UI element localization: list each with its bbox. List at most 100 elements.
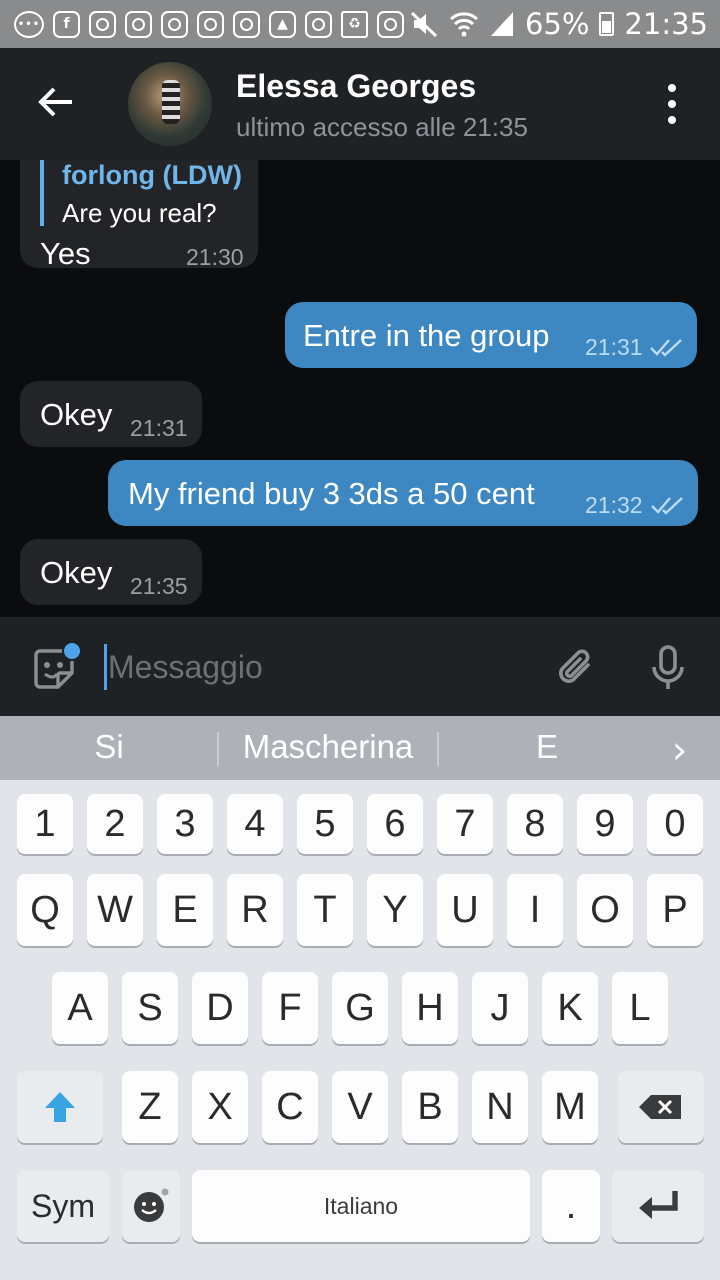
avatar[interactable]	[128, 62, 212, 146]
message-bubble-incoming[interactable]: Okey 21:31	[20, 381, 202, 447]
mute-icon	[410, 11, 437, 38]
facebook-icon: f	[53, 10, 80, 38]
text-cursor	[104, 644, 107, 690]
back-arrow-icon[interactable]	[34, 80, 78, 124]
key[interactable]: 4	[227, 794, 283, 854]
emoji-key[interactable]	[122, 1170, 180, 1242]
double-check-icon	[650, 339, 682, 357]
key[interactable]: T	[297, 874, 353, 946]
message-composer: Messaggio	[0, 617, 720, 716]
key[interactable]: M	[542, 1071, 598, 1143]
more-options-icon[interactable]	[660, 84, 684, 124]
suggestion-1[interactable]: Si	[0, 728, 218, 766]
key[interactable]: 9	[577, 794, 633, 854]
message-list: forlong (LDW) Are you real? Yes 21:30 En…	[0, 160, 720, 617]
key[interactable]: 7	[437, 794, 493, 854]
battery-icon	[599, 12, 615, 36]
key[interactable]: Z	[122, 1071, 178, 1143]
key[interactable]: S	[122, 972, 178, 1044]
backspace-icon	[639, 1095, 681, 1119]
key[interactable]: V	[332, 1071, 388, 1143]
key[interactable]: Q	[17, 874, 73, 946]
key[interactable]: 0	[647, 794, 703, 854]
key[interactable]: C	[262, 1071, 318, 1143]
contact-name[interactable]: Elessa Georges	[236, 68, 476, 105]
key[interactable]: 3	[157, 794, 213, 854]
key[interactable]: K	[542, 972, 598, 1044]
signal-icon	[490, 12, 513, 36]
shift-key[interactable]	[17, 1071, 103, 1143]
notification-dot	[62, 641, 82, 661]
instagram-icon	[305, 10, 332, 38]
message-bubble-outgoing[interactable]: My friend buy 3 3ds a 50 cent 21:32	[108, 460, 698, 526]
keyboard: 1 2 3 4 5 6 7 8 9 0 Q W E R T Y U I O P …	[0, 780, 720, 1280]
recycle-icon: ♻	[341, 10, 368, 38]
key[interactable]: 8	[507, 794, 563, 854]
key[interactable]: 2	[87, 794, 143, 854]
key[interactable]: H	[402, 972, 458, 1044]
app-screen: ••• f ▲ ♻ 65% 21:35 Elessa Georges ultim…	[0, 0, 720, 1280]
message-bubble-incoming[interactable]: forlong (LDW) Are you real? Yes 21:30	[20, 160, 258, 271]
instagram-icon	[233, 10, 260, 38]
message-text: Okey	[40, 555, 113, 590]
key[interactable]: D	[192, 972, 248, 1044]
clock: 21:35	[624, 7, 708, 41]
reply-author: forlong (LDW)	[62, 160, 242, 190]
microphone-icon[interactable]	[648, 643, 688, 693]
message-time: 21:35	[130, 573, 188, 599]
chat-header: Elessa Georges ultimo accesso alle 21:35	[0, 48, 720, 160]
period-key[interactable]: .	[542, 1170, 600, 1242]
key[interactable]: 5	[297, 794, 353, 854]
instagram-icon	[161, 10, 188, 38]
double-check-icon	[651, 497, 683, 515]
message-input[interactable]: Messaggio	[108, 649, 263, 686]
message-time: 21:32	[585, 492, 643, 518]
key[interactable]: E	[157, 874, 213, 946]
chevron-right-icon[interactable]: ›	[672, 728, 687, 772]
instagram-icon	[197, 10, 224, 38]
key[interactable]: N	[472, 1071, 528, 1143]
key[interactable]: I	[507, 874, 563, 946]
smiley-icon	[134, 1188, 169, 1222]
instagram-icon	[377, 10, 404, 38]
attach-icon[interactable]	[554, 645, 598, 689]
key[interactable]: O	[577, 874, 633, 946]
backspace-key[interactable]	[618, 1071, 704, 1143]
sym-key[interactable]: Sym	[17, 1170, 109, 1242]
key[interactable]: G	[332, 972, 388, 1044]
key[interactable]: P	[647, 874, 703, 946]
key[interactable]: A	[52, 972, 108, 1044]
enter-key[interactable]	[612, 1170, 704, 1242]
key[interactable]: Y	[367, 874, 423, 946]
suggestion-3[interactable]: E	[438, 728, 656, 766]
suggestion-2[interactable]: Mascherina	[218, 728, 438, 766]
message-time: 21:30	[186, 244, 244, 270]
battery-percent: 65%	[524, 7, 590, 41]
key[interactable]: U	[437, 874, 493, 946]
last-seen-status: ultimo accesso alle 21:35	[236, 112, 528, 142]
status-bar: ••• f ▲ ♻ 65% 21:35	[0, 0, 720, 48]
key[interactable]: 6	[367, 794, 423, 854]
reply-text: Are you real?	[62, 198, 217, 228]
key[interactable]: J	[472, 972, 528, 1044]
key[interactable]: B	[402, 1071, 458, 1143]
instagram-icon	[125, 10, 152, 38]
space-key[interactable]: Italiano	[192, 1170, 530, 1242]
gallery-icon: ▲	[269, 10, 296, 38]
wifi-icon	[449, 12, 478, 37]
key[interactable]: F	[262, 972, 318, 1044]
key[interactable]: L	[612, 972, 668, 1044]
message-time: 21:31	[585, 334, 643, 360]
keyboard-suggestion-bar: Si Mascherina E ›	[0, 716, 720, 780]
message-text: Yes	[40, 236, 91, 271]
messenger-icon: •••	[14, 10, 44, 38]
key[interactable]: 1	[17, 794, 73, 854]
message-text: Okey	[40, 397, 113, 432]
enter-icon	[639, 1191, 678, 1219]
key[interactable]: X	[192, 1071, 248, 1143]
key[interactable]: W	[87, 874, 143, 946]
message-text: Entre in the group	[303, 318, 550, 353]
message-bubble-outgoing[interactable]: Entre in the group 21:31	[285, 302, 697, 368]
message-bubble-incoming[interactable]: Okey 21:35	[20, 539, 202, 605]
key[interactable]: R	[227, 874, 283, 946]
